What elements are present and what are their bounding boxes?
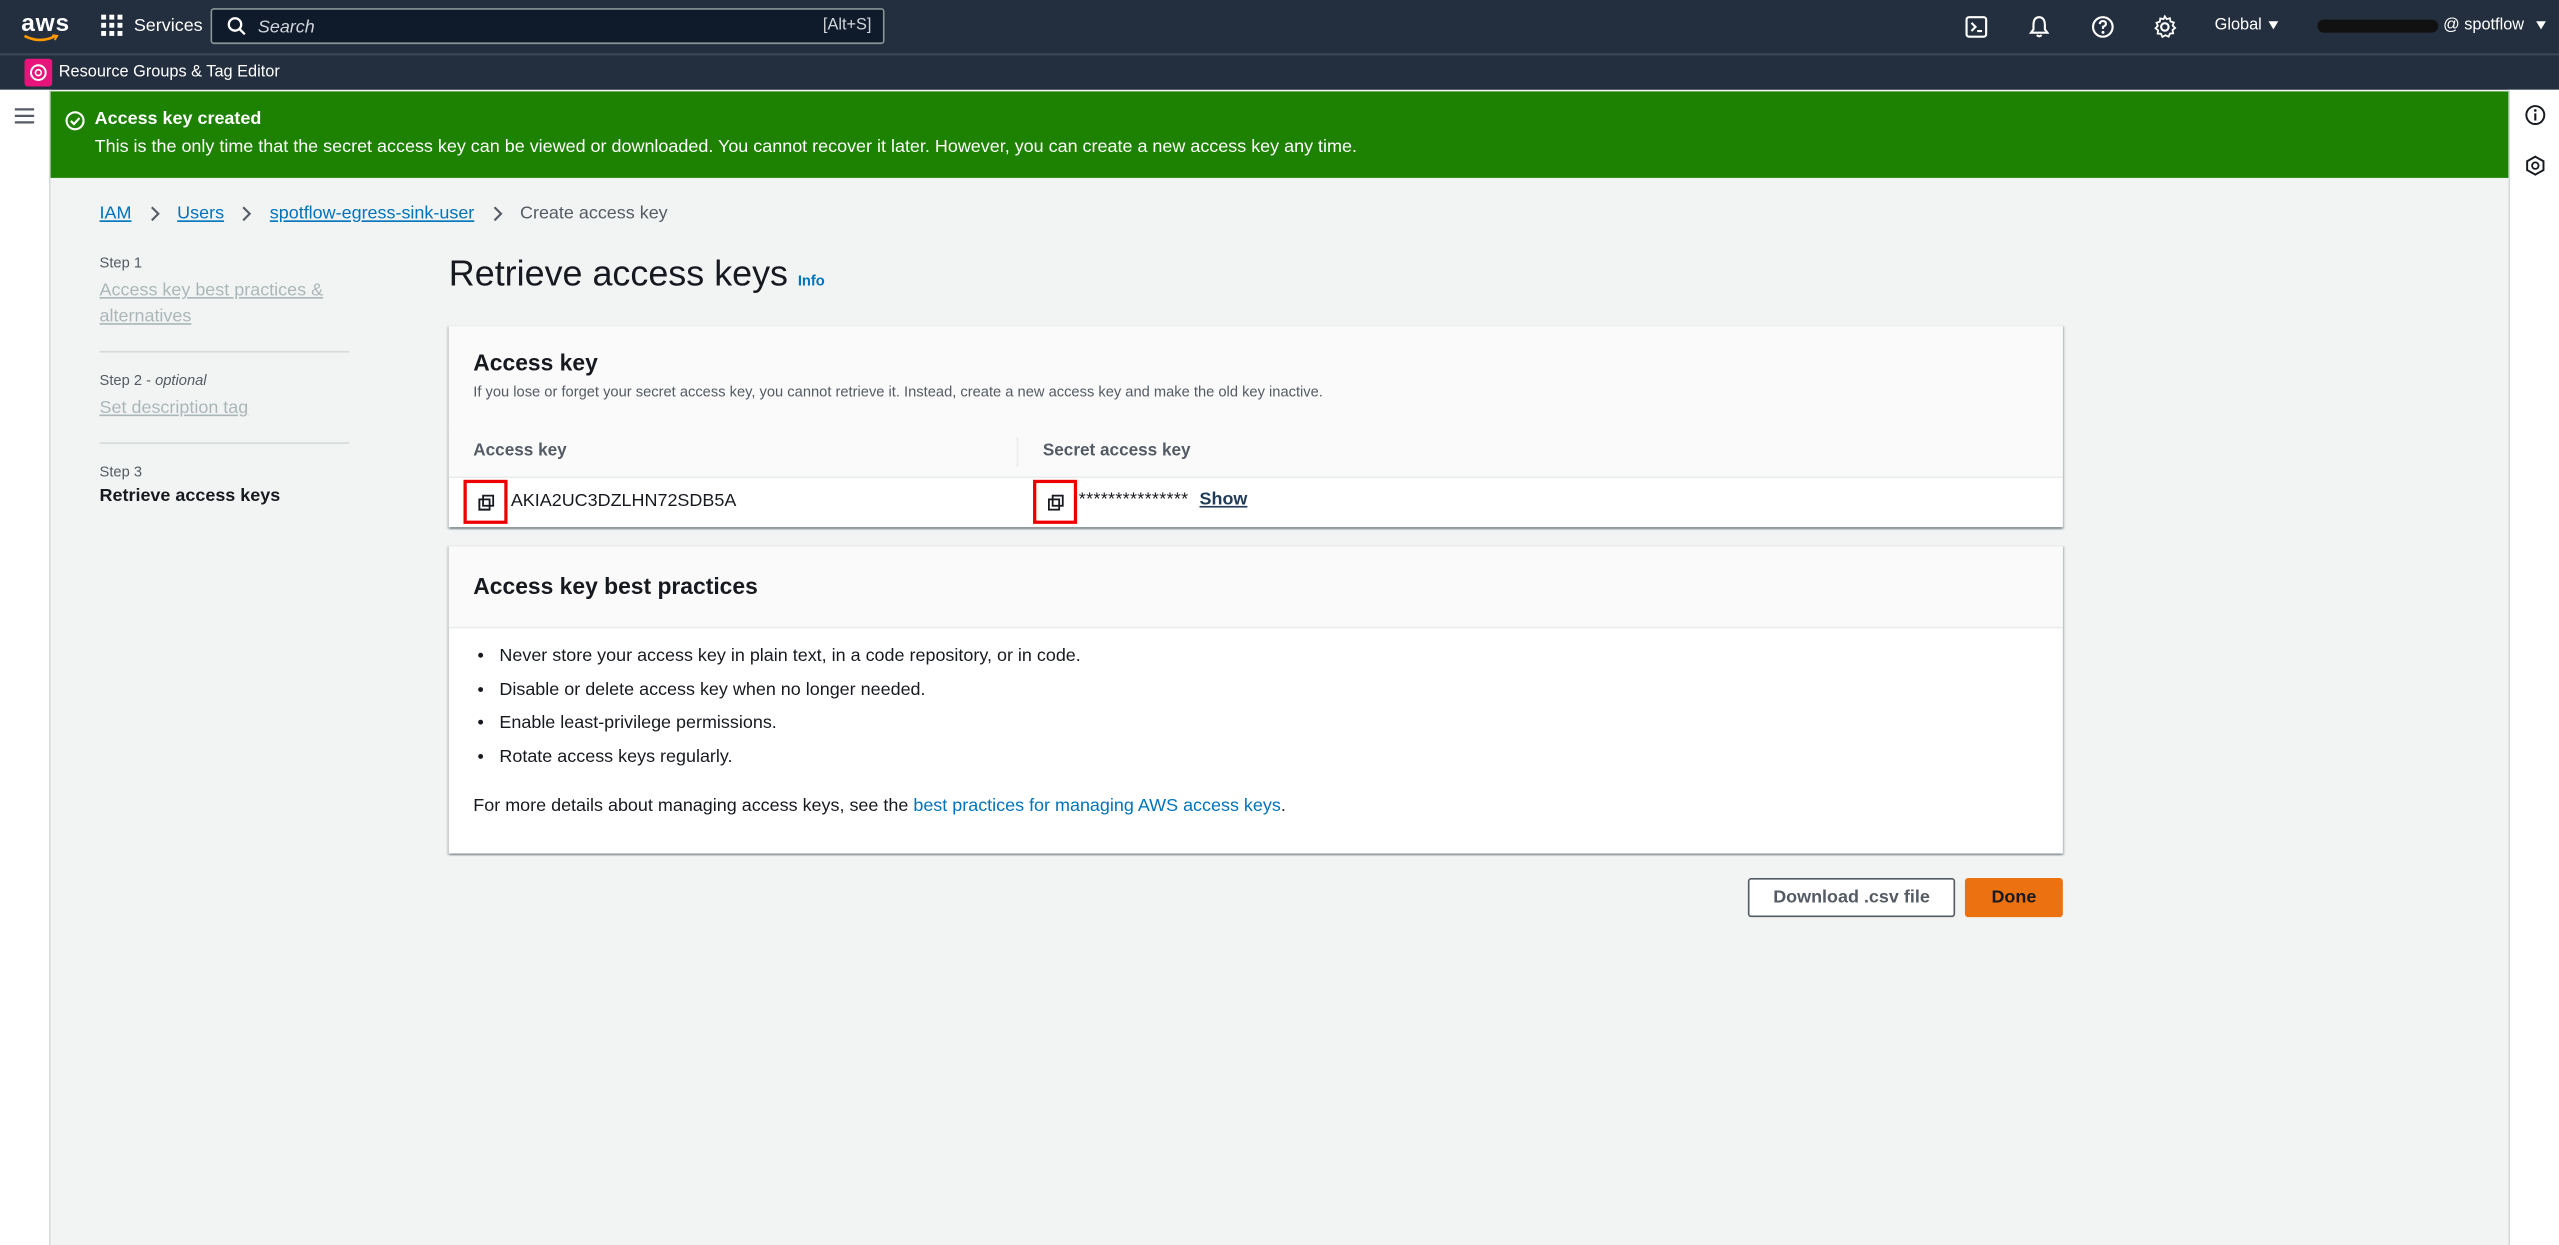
help-panel-icon[interactable]	[2525, 155, 2546, 176]
chevron-right-icon	[150, 206, 160, 222]
table-row: AKIA2UC3DZLHN72SDB5A *************** Sho…	[449, 478, 2063, 527]
download-csv-button[interactable]: Download .csv file	[1747, 878, 1956, 918]
help-icon[interactable]	[2091, 15, 2115, 39]
col-header-secret: Secret access key	[1042, 440, 1191, 461]
resource-groups-link[interactable]: Resource Groups & Tag Editor	[59, 64, 280, 82]
copy-access-key-button[interactable]	[463, 479, 508, 524]
breadcrumb-current: Create access key	[519, 204, 668, 224]
account-label: @ spotflow	[2443, 16, 2525, 35]
access-key-heading: Access key	[473, 349, 598, 376]
success-flash-banner: Access key created This is the only time…	[50, 91, 2509, 178]
step-2-link[interactable]: Set description tag	[100, 395, 350, 421]
show-secret-link[interactable]: Show	[1200, 490, 1248, 510]
flash-title: Access key created	[94, 109, 262, 129]
breadcrumb-iam[interactable]: IAM	[100, 204, 132, 224]
best-practices-panel: Access key best practices Never store yo…	[448, 545, 2063, 854]
breadcrumb: IAM Users spotflow-egress-sink-user Crea…	[100, 204, 668, 224]
search-shortcut-hint: [Alt+S]	[822, 16, 872, 35]
aws-smile-icon	[23, 34, 59, 42]
page-title-text: Retrieve access keys	[448, 252, 789, 294]
step-3-current: Retrieve access keys	[99, 486, 281, 506]
copy-icon	[1047, 494, 1064, 511]
step-2-number: Step 2 - optional	[99, 372, 207, 389]
step-3-number: Step 3	[99, 463, 143, 480]
settings-icon[interactable]	[2153, 14, 2177, 39]
access-key-description: If you lose or forget your secret access…	[473, 383, 1323, 400]
col-header-access-key: Access key	[473, 440, 567, 461]
done-button[interactable]: Done	[1964, 878, 2063, 918]
info-panel-icon[interactable]	[2525, 104, 2546, 126]
chevron-right-icon	[493, 206, 502, 222]
chevron-right-icon	[242, 206, 252, 222]
notifications-icon[interactable]	[2027, 15, 2051, 39]
best-practices-link[interactable]: best practices for managing AWS access k…	[913, 796, 1281, 816]
services-label: Services	[133, 15, 203, 36]
list-item: Disable or delete access key when no lon…	[499, 680, 1080, 701]
chevron-down-icon	[2535, 21, 2546, 30]
services-menu-button[interactable]: Services	[101, 14, 203, 36]
chevron-down-icon	[2268, 20, 2279, 30]
access-key-value: AKIA2UC3DZLHN72SDB5A	[510, 491, 737, 511]
best-practices-list: Never store your access key in plain tex…	[473, 646, 1080, 780]
region-selector[interactable]: Global	[2214, 16, 2279, 35]
more-details-text: For more details about managing access k…	[473, 796, 1286, 816]
step-divider	[99, 350, 350, 353]
secret-key-masked: ***************	[1078, 489, 1189, 510]
region-label: Global	[2214, 16, 2262, 35]
search-bar[interactable]: [Alt+S]	[210, 8, 885, 45]
flash-message: This is the only time that the secret ac…	[94, 137, 1357, 157]
copy-secret-key-button[interactable]	[1033, 479, 1078, 524]
resource-groups-icon[interactable]	[24, 58, 53, 87]
account-menu[interactable]: @ spotflow	[2317, 16, 2546, 35]
step-1-link[interactable]: Access key best practices & alternatives	[100, 277, 350, 329]
table-header: Access key Secret access key	[448, 427, 2063, 479]
grid-icon	[101, 14, 123, 36]
access-key-panel: Access key If you lose or forget your se…	[448, 324, 2063, 528]
copy-icon	[478, 494, 495, 511]
list-item: Rotate access keys regularly.	[499, 747, 1080, 768]
hamburger-menu-icon[interactable]	[14, 108, 35, 124]
best-practices-heading: Access key best practices	[473, 572, 758, 599]
breadcrumb-users[interactable]: Users	[177, 204, 224, 224]
right-rail	[2508, 89, 2559, 1245]
list-item: Never store your access key in plain tex…	[499, 646, 1080, 667]
list-item: Enable least-privilege permissions.	[499, 713, 1080, 734]
best-practices-header: Access key best practices	[448, 546, 2063, 629]
step-divider	[99, 442, 350, 444]
success-check-icon	[65, 111, 85, 131]
service-favorites-bar: Resource Groups & Tag Editor	[0, 53, 2559, 90]
cloudshell-icon[interactable]	[1965, 15, 1989, 39]
info-link[interactable]: Info	[798, 273, 825, 289]
top-navigation: aws Services [Alt+S]	[0, 0, 2559, 54]
search-input[interactable]	[254, 13, 800, 43]
breadcrumb-user[interactable]: spotflow-egress-sink-user	[270, 204, 475, 224]
page-title: Retrieve access keys Info	[449, 253, 825, 295]
column-divider	[1016, 437, 1019, 467]
step-1-number: Step 1	[99, 254, 143, 271]
redacted-account-name	[2317, 18, 2439, 32]
wizard-steps: Step 1 Access key best practices & alter…	[99, 254, 350, 506]
search-icon	[227, 17, 246, 36]
access-key-panel-header: Access key If you lose or forget your se…	[448, 326, 2063, 430]
left-rail	[0, 89, 51, 1245]
